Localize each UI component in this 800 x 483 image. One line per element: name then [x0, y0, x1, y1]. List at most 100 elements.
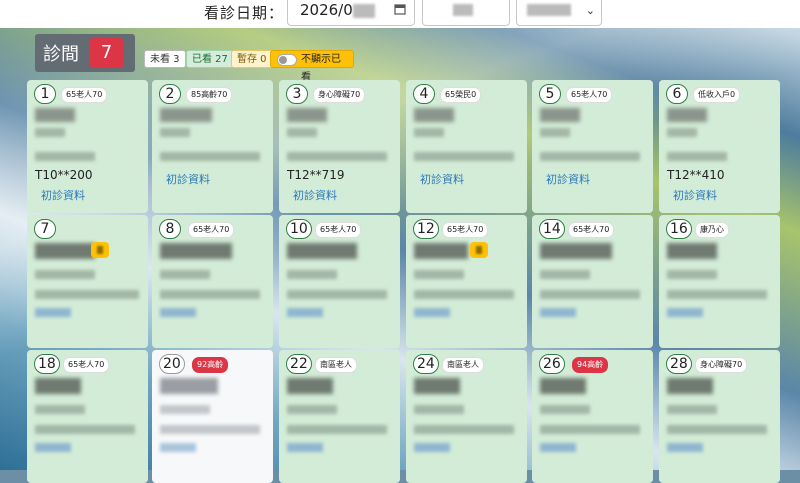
redacted-line [35, 405, 85, 414]
draft-badge [91, 242, 109, 258]
first-visit-link[interactable]: 初診資料 [673, 187, 717, 203]
redacted-link [35, 443, 71, 452]
redacted-line [540, 425, 640, 434]
period-select[interactable] [422, 0, 510, 26]
redacted-line [414, 128, 444, 137]
patient-card[interactable]: 2 85高齡70 初診資料 [152, 80, 273, 213]
patient-name-redacted [35, 378, 81, 394]
patient-name-redacted [540, 243, 612, 259]
redacted-line [287, 405, 337, 414]
first-visit-link[interactable]: 初診資料 [41, 187, 85, 203]
identity-tag: 康乃心 [695, 222, 729, 238]
filter-seen[interactable]: 已看 27 [186, 50, 234, 68]
redacted-line [160, 405, 210, 414]
queue-number: 16 [666, 219, 692, 239]
patient-name-redacted [540, 378, 586, 394]
redacted-line [540, 152, 640, 161]
redacted-line [667, 290, 767, 299]
filter-draft[interactable]: 暫存 0 [231, 50, 273, 68]
patient-card[interactable]: 6 低收入戶0 T12**410 初診資料 [659, 80, 780, 213]
queue-number: 28 [666, 354, 692, 374]
patient-card[interactable]: 10 65老人70 [279, 215, 400, 348]
identity-tag: 身心障礙70 [695, 357, 748, 373]
patient-card[interactable]: 4 65榮民0 初診資料 [406, 80, 527, 213]
room-indicator: 診間 7 [35, 34, 135, 72]
patient-name-redacted [160, 243, 232, 259]
redacted-line [287, 425, 387, 434]
doctor-select[interactable]: ⌄ [516, 0, 602, 26]
queue-number: 18 [34, 354, 60, 374]
redacted-link [414, 443, 450, 452]
first-visit-link[interactable]: 初診資料 [293, 187, 337, 203]
patient-card[interactable]: 22 南區老人 [279, 350, 400, 483]
patient-name-redacted [160, 108, 212, 122]
patient-name-redacted [414, 378, 460, 394]
identity-tag: 65老人70 [315, 222, 362, 238]
patient-card[interactable]: 1 65老人70 T10**200 初診資料 [27, 80, 148, 213]
identity-tag: 65老人70 [61, 87, 108, 103]
first-visit-link[interactable]: 初診資料 [546, 171, 590, 187]
patient-card[interactable]: 14 65老人70 [532, 215, 653, 348]
redacted-line [35, 270, 95, 279]
identity-tag: 85高齡70 [186, 87, 233, 103]
queue-number: 8 [159, 219, 181, 239]
queue-number: 10 [286, 219, 312, 239]
redacted-link [540, 308, 576, 317]
identity-tag: 94高齡 [572, 357, 609, 373]
redacted-line [160, 425, 260, 434]
identity-tag: 65老人70 [442, 222, 489, 238]
redacted-line [414, 270, 464, 279]
first-visit-link[interactable]: 初診資料 [420, 171, 464, 187]
date-label: 看診日期： [204, 4, 285, 22]
patient-name-redacted [35, 108, 75, 122]
redacted-line [540, 128, 570, 137]
patient-card[interactable]: 18 65老人70 [27, 350, 148, 483]
redacted-line [540, 290, 640, 299]
patient-name-redacted [667, 378, 713, 394]
redacted-line [414, 290, 514, 299]
patient-card[interactable]: 16 康乃心 [659, 215, 780, 348]
identity-tag: 南區老人 [315, 357, 357, 373]
patient-card[interactable]: 8 65老人70 [152, 215, 273, 348]
filter-unseen[interactable]: 未看 3 [144, 50, 186, 68]
identity-tag: 65老人70 [566, 87, 613, 103]
patient-id: T10**200 [35, 168, 93, 182]
first-visit-link[interactable]: 初診資料 [166, 171, 210, 187]
queue-number: 3 [286, 84, 308, 104]
hide-seen-toggle[interactable]: 不顯示已看 [270, 50, 354, 83]
identity-tag: 65老人70 [63, 357, 110, 373]
toggle-switch[interactable] [277, 54, 297, 66]
date-input[interactable]: 2026/0 [287, 0, 415, 26]
draft-badge [470, 242, 488, 258]
redacted-link [540, 443, 576, 452]
calendar-icon[interactable] [394, 3, 406, 15]
redacted-line [540, 270, 590, 279]
identity-tag: 65榮民0 [440, 87, 482, 103]
patient-card[interactable]: 5 65老人70 初診資料 [532, 80, 653, 213]
patient-card[interactable]: 3 身心障礙70 T12**719 初診資料 [279, 80, 400, 213]
redacted-link [160, 308, 196, 317]
identity-tag: 65老人70 [568, 222, 615, 238]
patient-name-redacted [287, 243, 357, 259]
redacted-line [287, 290, 387, 299]
identity-tag: 身心障礙70 [313, 87, 366, 103]
patient-card[interactable]: 7 [27, 215, 148, 348]
redacted-link [287, 308, 323, 317]
patient-id: T12**719 [287, 168, 345, 182]
patient-card[interactable]: 24 南區老人 [406, 350, 527, 483]
patient-name-redacted [414, 243, 468, 259]
redacted-line [667, 270, 717, 279]
redacted-link [287, 443, 323, 452]
patient-name-redacted [540, 108, 580, 122]
queue-number: 22 [286, 354, 312, 374]
patient-card[interactable]: 28 身心障礙70 [659, 350, 780, 483]
queue-number: 6 [666, 84, 688, 104]
patient-id: T12**410 [667, 168, 725, 182]
redacted-line [35, 128, 65, 137]
patient-card[interactable]: 26 94高齡 [532, 350, 653, 483]
patient-card[interactable]: 20 92高齡 [152, 350, 273, 483]
patient-name-redacted [667, 108, 707, 122]
patient-card[interactable]: 12 65老人70 [406, 215, 527, 348]
redacted-line [414, 425, 514, 434]
queue-number: 14 [539, 219, 565, 239]
